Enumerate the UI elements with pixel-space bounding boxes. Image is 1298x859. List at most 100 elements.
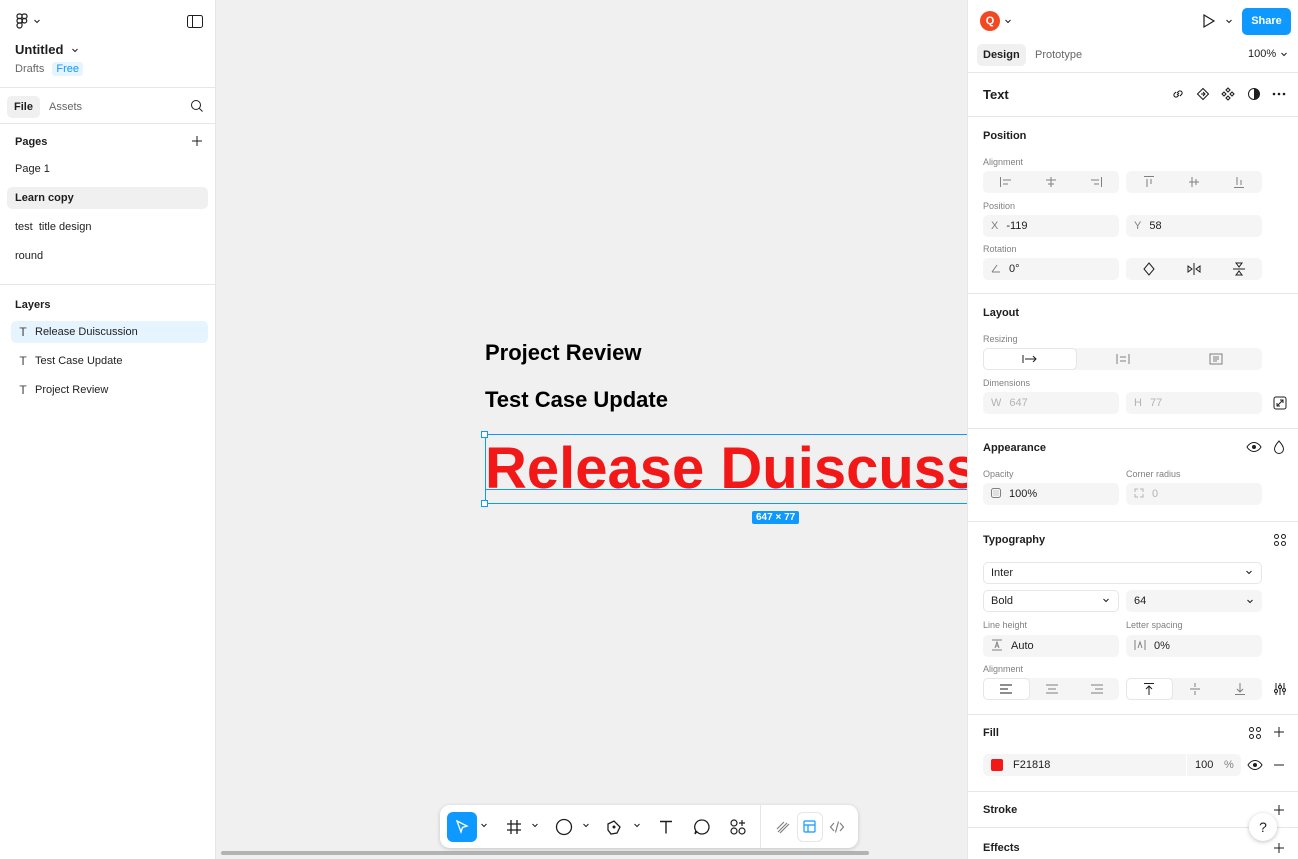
avatar[interactable]: Q [980, 11, 1000, 31]
resize-handle-top-left[interactable] [481, 431, 488, 438]
chevron-down-icon[interactable] [633, 821, 641, 829]
text-align-center-icon[interactable] [1030, 678, 1075, 700]
design-mode-button[interactable] [797, 812, 823, 842]
canvas-text-test-case-update[interactable]: Test Case Update [485, 387, 668, 413]
chevron-down-icon[interactable] [582, 821, 590, 829]
page-item-page-1[interactable]: Page 1 [7, 158, 208, 180]
align-bottom-icon[interactable] [1217, 171, 1262, 193]
tab-design[interactable]: Design [977, 44, 1026, 66]
shape-tool[interactable] [553, 812, 575, 842]
comment-tool[interactable] [691, 812, 713, 842]
selection-box[interactable] [485, 434, 967, 504]
text-align-top-icon[interactable] [1126, 678, 1173, 700]
drafts-link[interactable]: Drafts [15, 63, 44, 75]
canvas[interactable]: Project Review Test Case Update Release … [217, 0, 967, 859]
dev-mode-button[interactable] [824, 812, 850, 842]
chevron-down-icon [1103, 598, 1109, 603]
type-settings-icon[interactable] [1273, 682, 1287, 696]
width-field[interactable]: W 647 [983, 392, 1119, 414]
present-button[interactable] [1200, 13, 1216, 32]
rotate-90-icon[interactable] [1126, 258, 1171, 280]
file-title[interactable]: Untitled [15, 42, 79, 57]
opacity-icon [991, 487, 1001, 501]
frame-tool[interactable] [503, 812, 525, 842]
font-size-field[interactable]: 64 [1126, 590, 1262, 612]
add-effect-icon[interactable] [1273, 842, 1285, 854]
resize-to-fit-icon[interactable] [1273, 396, 1287, 410]
left-tabs: File Assets [0, 88, 215, 124]
add-stroke-icon[interactable] [1273, 804, 1285, 816]
text-styles-icon[interactable] [1273, 533, 1287, 547]
rotation-field[interactable]: 0° [983, 258, 1119, 280]
chevron-down-icon[interactable] [1246, 597, 1254, 605]
resize-handle-bottom-left[interactable] [481, 500, 488, 507]
main-menu-button[interactable] [15, 13, 41, 29]
horizontal-scrollbar[interactable] [221, 851, 869, 855]
flip-vertical-icon[interactable] [1217, 258, 1262, 280]
x-position-field[interactable]: X -119 [983, 215, 1119, 237]
font-weight-dropdown[interactable]: Bold [983, 590, 1119, 612]
layer-item-release-duiscussion[interactable]: T Release Duiscussion [11, 321, 208, 343]
text-align-middle-icon[interactable] [1173, 678, 1218, 700]
component-instance-icon[interactable] [1196, 87, 1210, 101]
fill-color-field[interactable]: F21818 100 % [983, 754, 1241, 776]
draw-mode-button[interactable] [770, 812, 796, 842]
move-tool[interactable] [447, 812, 477, 842]
align-top-icon[interactable] [1126, 171, 1171, 193]
line-height-field[interactable]: Auto [983, 635, 1119, 657]
layer-item-test-case-update[interactable]: T Test Case Update [11, 350, 208, 372]
fill-color-swatch[interactable] [991, 759, 1003, 771]
more-options-icon[interactable] [1271, 87, 1287, 101]
canvas-text-project-review[interactable]: Project Review [485, 340, 642, 366]
tab-prototype[interactable]: Prototype [1029, 44, 1088, 66]
opacity-field[interactable]: 100% [983, 483, 1119, 505]
chevron-down-icon[interactable] [1004, 17, 1012, 25]
chevron-down-icon[interactable] [480, 821, 488, 829]
page-item-round[interactable]: round [7, 245, 208, 267]
typography-heading: Typography [983, 534, 1046, 546]
corner-radius-field[interactable]: 0 [1126, 483, 1262, 505]
letter-spacing-field[interactable]: 0% [1126, 635, 1262, 657]
component-icon[interactable] [1221, 87, 1235, 101]
plan-badge[interactable]: Free [52, 62, 83, 76]
align-center-h-icon[interactable] [1028, 171, 1073, 193]
page-item-test-title-design[interactable]: test title design [7, 216, 208, 238]
align-right-icon[interactable] [1074, 171, 1119, 193]
align-middle-icon[interactable] [1171, 171, 1216, 193]
zoom-control[interactable]: 100% [1248, 48, 1288, 60]
fixed-size-icon[interactable] [1170, 348, 1262, 370]
chevron-down-icon[interactable] [1225, 17, 1233, 25]
fill-visibility-eye-icon[interactable] [1247, 758, 1263, 772]
remove-fill-icon[interactable] [1273, 764, 1285, 766]
height-field[interactable]: H 77 [1126, 392, 1262, 414]
sidebar-toggle-icon[interactable] [187, 15, 203, 31]
flip-horizontal-icon[interactable] [1171, 258, 1216, 280]
text-align-bottom-icon[interactable] [1217, 678, 1262, 700]
add-page-icon[interactable] [191, 135, 203, 150]
auto-width-icon[interactable] [983, 348, 1078, 370]
visibility-eye-icon[interactable] [1246, 440, 1262, 454]
auto-height-icon[interactable] [1077, 348, 1169, 370]
chevron-down-icon[interactable] [531, 821, 539, 829]
layer-item-project-review[interactable]: T Project Review [11, 379, 208, 401]
link-icon[interactable] [1171, 87, 1185, 101]
page-item-learn-copy[interactable]: Learn copy [7, 187, 208, 209]
pen-tool[interactable] [603, 812, 625, 842]
tab-assets[interactable]: Assets [42, 96, 89, 118]
text-tool[interactable] [655, 812, 677, 842]
tab-file[interactable]: File [7, 96, 40, 118]
mask-icon[interactable] [1247, 87, 1261, 101]
blend-mode-icon[interactable] [1273, 440, 1285, 454]
text-align-left-icon[interactable] [983, 678, 1030, 700]
actions-tool[interactable] [727, 812, 749, 842]
font-family-dropdown[interactable]: Inter [983, 562, 1262, 584]
help-button[interactable]: ? [1249, 813, 1277, 841]
align-left-icon[interactable] [983, 171, 1028, 193]
y-position-field[interactable]: Y 58 [1126, 215, 1262, 237]
text-align-right-icon[interactable] [1074, 678, 1119, 700]
add-fill-icon[interactable] [1273, 726, 1285, 738]
properties-header: Q Share Design Prototype 100% [968, 0, 1298, 73]
share-button[interactable]: Share [1242, 8, 1291, 35]
search-icon[interactable] [190, 99, 204, 116]
fill-styles-icon[interactable] [1248, 726, 1262, 740]
